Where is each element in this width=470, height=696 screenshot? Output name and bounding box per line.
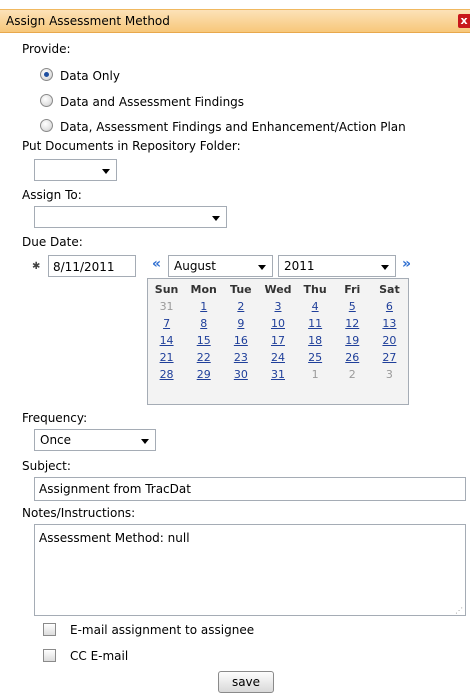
subject-input[interactable]: Assignment from TracDat — [34, 477, 466, 501]
weekday-header: Sat — [379, 283, 400, 296]
previous-month-icon[interactable]: « — [152, 256, 161, 272]
calendar-week-row: 28 29 30 31 1 2 3 — [148, 366, 408, 383]
calendar-day[interactable]: 1 — [185, 298, 222, 315]
calendar-day[interactable]: 9 — [222, 315, 259, 332]
calendar-table: Sun Mon Tue Wed Thu Fri Sat 31 1 2 3 4 5… — [148, 281, 408, 383]
chevron-down-icon — [141, 439, 149, 444]
calendar-day[interactable]: 7 — [148, 315, 185, 332]
frequency-label: Frequency: — [22, 411, 88, 425]
calendar-day[interactable]: 4 — [297, 298, 334, 315]
weekday-header: Wed — [264, 283, 292, 296]
calendar-day[interactable]: 5 — [334, 298, 371, 315]
weekday-header: Fri — [344, 283, 361, 296]
month-value: August — [174, 259, 216, 273]
dialog-titlebar: Assign Assessment Method x — [0, 9, 470, 33]
weekday-header-row: Sun Mon Tue Wed Thu Fri Sat — [148, 281, 408, 298]
weekday-header: Tue — [230, 283, 252, 296]
due-date-value: 8/11/2011 — [53, 260, 115, 274]
subject-label: Subject: — [22, 459, 71, 473]
year-select[interactable]: 2011 — [278, 255, 396, 277]
chevron-down-icon — [258, 265, 266, 270]
assign-to-select[interactable] — [34, 206, 227, 228]
calendar-week-row: 31 1 2 3 4 5 6 — [148, 298, 408, 315]
calendar-day[interactable]: 18 — [297, 332, 334, 349]
calendar-day[interactable]: 28 — [148, 366, 185, 383]
calendar-day-other-month: 31 — [159, 300, 174, 313]
due-date-input[interactable]: 8/11/2011 — [48, 255, 136, 277]
calendar-day[interactable]: 31 — [259, 366, 296, 383]
calendar-day[interactable]: 14 — [148, 332, 185, 349]
calendar-day[interactable]: 6 — [371, 298, 408, 315]
close-icon[interactable]: x — [458, 14, 470, 28]
calendar-day[interactable]: 27 — [371, 349, 408, 366]
calendar-day-other-month: 1 — [311, 368, 319, 381]
calendar-day-other-month: 2 — [348, 368, 356, 381]
calendar-day[interactable]: 21 — [148, 349, 185, 366]
provide-label: Provide: — [22, 42, 71, 56]
radio-data-only[interactable] — [40, 68, 53, 81]
chevron-down-icon — [381, 265, 389, 270]
notes-textarea[interactable]: Assessment Method: null ⋰ — [34, 524, 466, 616]
calendar-day-other-month: 3 — [385, 368, 393, 381]
month-select[interactable]: August — [168, 255, 273, 277]
calendar-week-row: 7 8 9 10 11 12 13 — [148, 315, 408, 332]
calendar-day[interactable]: 15 — [185, 332, 222, 349]
radio-data-and-findings[interactable] — [40, 94, 53, 107]
repository-folder-select[interactable] — [34, 159, 117, 181]
calendar-day[interactable]: 11 — [297, 315, 334, 332]
calendar-day[interactable]: 29 — [185, 366, 222, 383]
calendar-day[interactable]: 17 — [259, 332, 296, 349]
save-button[interactable]: save — [218, 671, 274, 693]
due-date-label: Due Date: — [22, 235, 83, 249]
radio-data-findings-action-plan[interactable] — [40, 119, 53, 132]
calendar-day[interactable]: 23 — [222, 349, 259, 366]
calendar-day[interactable]: 16 — [222, 332, 259, 349]
resize-grip-icon[interactable]: ⋰ — [455, 606, 463, 615]
calendar-day[interactable]: 26 — [334, 349, 371, 366]
radio-data-and-findings-label: Data and Assessment Findings — [60, 95, 245, 109]
calendar-day[interactable]: 3 — [259, 298, 296, 315]
weekday-header: Thu — [303, 283, 327, 296]
calendar-day[interactable]: 10 — [259, 315, 296, 332]
calendar-day[interactable]: 24 — [259, 349, 296, 366]
calendar-icon[interactable]: ✱ — [32, 261, 40, 272]
calendar-grid: Sun Mon Tue Wed Thu Fri Sat 31 1 2 3 4 5… — [147, 278, 409, 405]
chevron-down-icon — [212, 216, 220, 221]
dialog-title: Assign Assessment Method — [6, 14, 170, 28]
frequency-select[interactable]: Once — [34, 429, 156, 451]
radio-data-findings-action-plan-label: Data, Assessment Findings and Enhancemen… — [60, 120, 406, 134]
cc-email-label: CC E-mail — [70, 649, 129, 663]
radio-data-only-label: Data Only — [60, 69, 120, 83]
calendar-week-row: 21 22 23 24 25 26 27 — [148, 349, 408, 366]
calendar-day[interactable]: 25 — [297, 349, 334, 366]
calendar-day[interactable]: 20 — [371, 332, 408, 349]
calendar-day[interactable]: 30 — [222, 366, 259, 383]
notes-label: Notes/Instructions: — [22, 506, 136, 520]
assign-to-label: Assign To: — [22, 188, 82, 202]
chevron-down-icon — [102, 169, 110, 174]
repository-folder-label: Put Documents in Repository Folder: — [22, 139, 241, 153]
notes-value: Assessment Method: null — [39, 531, 190, 545]
calendar-day[interactable]: 19 — [334, 332, 371, 349]
email-assignee-label: E-mail assignment to assignee — [70, 623, 255, 637]
calendar-day[interactable]: 22 — [185, 349, 222, 366]
year-value: 2011 — [284, 259, 315, 273]
cc-email-checkbox[interactable] — [43, 649, 56, 662]
email-assignee-checkbox[interactable] — [43, 623, 56, 636]
next-month-icon[interactable]: » — [402, 256, 411, 272]
subject-value: Assignment from TracDat — [39, 482, 191, 496]
calendar-day[interactable]: 2 — [222, 298, 259, 315]
calendar-day[interactable]: 8 — [185, 315, 222, 332]
calendar-week-row: 14 15 16 17 18 19 20 — [148, 332, 408, 349]
weekday-header: Sun — [154, 283, 179, 296]
calendar-day[interactable]: 12 — [334, 315, 371, 332]
calendar-day[interactable]: 13 — [371, 315, 408, 332]
weekday-header: Mon — [190, 283, 217, 296]
frequency-value: Once — [40, 433, 72, 447]
